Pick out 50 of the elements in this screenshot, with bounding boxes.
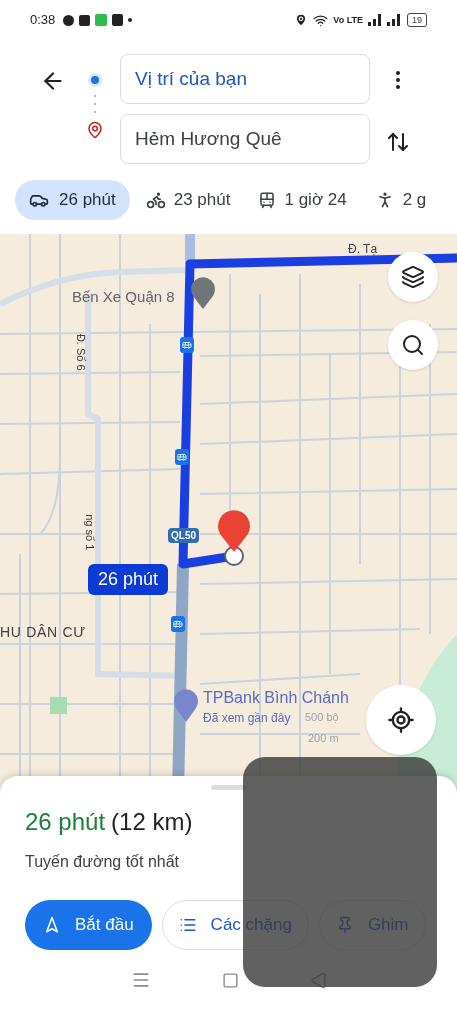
travel-mode-tab[interactable]: 2 g [362,180,439,220]
street-label: Đ. Tạ [348,241,378,258]
duration-text: 26 phút [25,807,106,837]
train-icon [258,191,277,209]
place-note: Đã xem gần đây [203,710,291,727]
travel-mode-tab[interactable]: 1 giờ 24 [246,180,359,220]
bus-stop-icon [171,616,185,632]
my-location-button[interactable] [366,685,436,755]
destination-circle [224,546,244,566]
crosshair-icon [387,706,415,734]
place-pin-icon [191,277,215,309]
destination-field[interactable]: Hẻm Hương Quê [120,114,370,164]
distance-text: (12 km) [111,807,193,837]
search-button[interactable] [388,320,438,370]
motorbike-icon [145,190,166,210]
scale-label: 200 m [308,731,339,746]
network-label: Vo LTE [333,15,363,25]
place-label: Bến Xe Quận 8 [72,287,175,307]
swap-arrows-icon [386,130,410,154]
highway-road [185,234,195,264]
more-options-icon [396,71,400,89]
scale-label: 500 bộ [305,710,339,725]
app-icon [95,14,108,26]
origin-field[interactable]: Vị trí của bạn [120,54,370,104]
status-time: 0:38 [30,11,56,30]
bus-stop-icon [175,449,189,465]
wifi-icon [313,12,329,28]
layers-icon [401,265,425,289]
list-icon [178,916,197,934]
travel-mode-tab[interactable]: 23 phút [133,180,243,220]
street-label: Đ. Số 6 [73,333,88,371]
highway-shield: QL50 [168,528,199,543]
destination-pin-icon [218,510,250,552]
battery-indicator: 19 [407,13,427,27]
route-time-label: 26 phút [88,564,169,595]
bank-pin-icon [174,689,198,722]
signal-icon [368,14,402,26]
park-area [50,697,67,714]
route-note: Tuyến đường tốt nhất [25,852,181,872]
navigation-arrow-icon [43,916,61,934]
bus-stop-icon [180,337,194,353]
layers-button[interactable] [388,252,438,302]
travel-mode-tab[interactable]: 26 phút [15,180,130,220]
street-label: ng số 1 [83,514,98,551]
home-nav-icon[interactable] [221,971,239,989]
search-icon [401,333,425,357]
area-label: HU DÂN CƯ [0,623,86,642]
place-label: TPBank Bình Chánh [203,688,349,708]
destination-icon [86,121,104,139]
start-button[interactable]: Bắt đầu [25,900,152,950]
